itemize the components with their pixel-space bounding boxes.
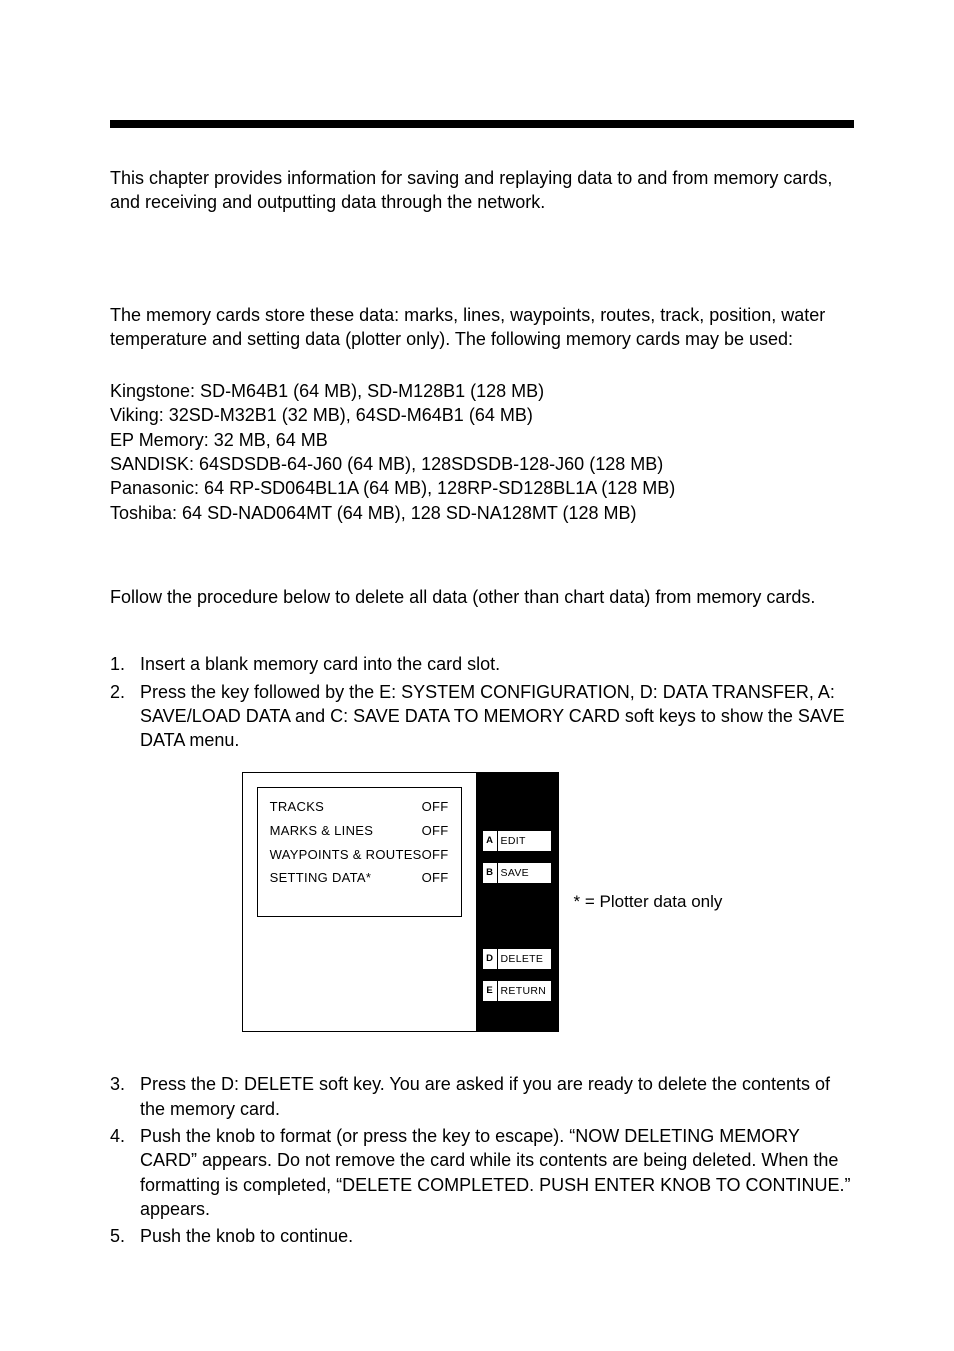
softkey-label: SAVE	[498, 866, 532, 880]
softkey-label: DELETE	[498, 952, 547, 966]
menu-row-label: TRACKS	[270, 798, 325, 816]
delete-intro: Follow the procedure below to delete all…	[110, 585, 854, 609]
menu-row-label: MARKS & LINES	[270, 822, 374, 840]
step-number: 3.	[110, 1072, 140, 1096]
menu-row-label: WAYPOINTS & ROUTES	[270, 846, 422, 864]
menu-row-value: OFF	[422, 798, 449, 816]
menu-panel: TRACKS OFF MARKS & LINES OFF WAYPOINTS &…	[242, 772, 559, 1032]
softkey-letter: A	[483, 831, 498, 851]
menu-row-value: OFF	[422, 869, 449, 887]
step-text: Push the knob to format (or press the ke…	[140, 1124, 854, 1221]
card-line: Toshiba: 64 SD-NAD064MT (64 MB), 128 SD-…	[110, 501, 854, 525]
card-line: EP Memory: 32 MB, 64 MB	[110, 428, 854, 452]
softkey-header-line: DATA	[482, 806, 552, 830]
step-text: Insert a blank memory card into the card…	[140, 652, 854, 676]
softkey-delete[interactable]: D DELETE	[482, 948, 552, 970]
intro-paragraph: This chapter provides information for sa…	[110, 166, 854, 215]
save-data-menu-figure: TRACKS OFF MARKS & LINES OFF WAYPOINTS &…	[110, 772, 854, 1032]
step-number: 2.	[110, 680, 140, 704]
step-number: 1.	[110, 652, 140, 676]
menu-row-label: SETTING DATA*	[270, 869, 372, 887]
softkey-letter: D	[483, 949, 498, 969]
softkey-header-line: SAVE	[482, 781, 552, 805]
card-line: Kingstone: SD-M64B1 (64 MB), SD-M128B1 (…	[110, 379, 854, 403]
softkey-letter: B	[483, 863, 498, 883]
menu-row-marks-lines: MARKS & LINES OFF	[270, 822, 449, 840]
step-number: 4.	[110, 1124, 140, 1148]
softkey-header: SAVE DATA	[482, 781, 552, 830]
memory-cards-list: Kingstone: SD-M64B1 (64 MB), SD-M128B1 (…	[110, 379, 854, 525]
memory-cards-description: The memory cards store these data: marks…	[110, 303, 854, 352]
softkey-letter: E	[483, 981, 498, 1001]
softkey-save[interactable]: B SAVE	[482, 862, 552, 884]
softkey-edit[interactable]: A EDIT	[482, 830, 552, 852]
card-line: SANDISK: 64SDSDB-64-J60 (64 MB), 128SDSD…	[110, 452, 854, 476]
step-text: Press the D: DELETE soft key. You are as…	[140, 1072, 854, 1121]
steps-bottom: 3. Press the D: DELETE soft key. You are…	[110, 1072, 854, 1248]
menu-caption: * = Plotter data only	[574, 891, 723, 914]
title-separator	[110, 120, 854, 128]
steps-top: 1. Insert a blank memory card into the c…	[110, 652, 854, 752]
card-line: Viking: 32SD-M32B1 (32 MB), 64SD-M64B1 (…	[110, 403, 854, 427]
step-text: Push the knob to continue.	[140, 1224, 854, 1248]
softkey-label: RETURN	[498, 984, 550, 998]
menu-row-value: OFF	[422, 846, 449, 864]
step-text: Press the key followed by the E: SYSTEM …	[140, 680, 854, 753]
menu-row-tracks: TRACKS OFF	[270, 798, 449, 816]
menu-options-box: TRACKS OFF MARKS & LINES OFF WAYPOINTS &…	[257, 787, 462, 917]
menu-row-waypoints-routes: WAYPOINTS & ROUTES OFF	[270, 846, 449, 864]
softkey-label: EDIT	[498, 834, 529, 848]
softkey-return[interactable]: E RETURN	[482, 980, 552, 1002]
step-number: 5.	[110, 1224, 140, 1248]
softkey-column: SAVE DATA A EDIT B SAVE D DELETE E	[476, 773, 558, 1031]
card-line: Panasonic: 64 RP-SD064BL1A (64 MB), 128R…	[110, 476, 854, 500]
menu-row-value: OFF	[422, 822, 449, 840]
menu-row-setting-data: SETTING DATA* OFF	[270, 869, 449, 887]
